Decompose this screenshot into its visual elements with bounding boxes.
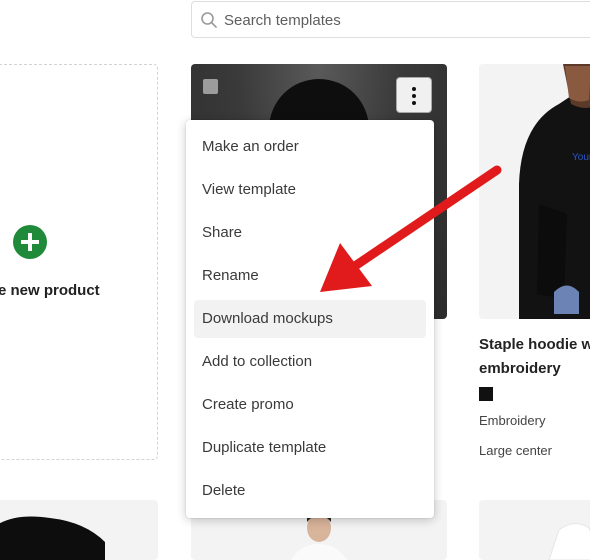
menu-item-create-promo[interactable]: Create promo xyxy=(194,383,426,426)
search-icon xyxy=(201,12,217,28)
color-swatch xyxy=(479,387,493,401)
menu-item-download-mockups[interactable]: Download mockups xyxy=(194,300,426,338)
kebab-dot xyxy=(412,94,416,98)
plus-icon[interactable] xyxy=(13,225,47,259)
template-thumbnail[interactable] xyxy=(479,500,590,560)
product-image: Your xyxy=(479,64,590,319)
kebab-dot xyxy=(412,101,416,105)
template-thumbnail[interactable] xyxy=(0,500,158,560)
search-bar[interactable] xyxy=(191,1,590,39)
create-product-label[interactable]: e new product xyxy=(0,282,100,299)
placement-label: Large center xyxy=(479,443,552,458)
product-image xyxy=(548,523,590,560)
technique-label: Embroidery xyxy=(479,413,546,428)
menu-item-share[interactable]: Share xyxy=(194,211,426,254)
menu-item-delete[interactable]: Delete xyxy=(194,469,426,512)
kebab-dot xyxy=(412,87,416,91)
menu-item-duplicate-template[interactable]: Duplicate template xyxy=(194,426,426,469)
select-checkbox[interactable] xyxy=(203,79,218,94)
search-input[interactable] xyxy=(222,2,586,39)
menu-item-view-template[interactable]: View template xyxy=(194,168,426,211)
print-text: Your xyxy=(572,152,590,163)
more-options-button[interactable] xyxy=(396,77,432,113)
product-title[interactable]: Staple hoodie w embroidery xyxy=(479,333,590,381)
menu-item-make-an-order[interactable]: Make an order xyxy=(194,125,426,168)
template-context-menu: Make an order View template Share Rename Dow… xyxy=(186,120,434,518)
product-image xyxy=(0,516,105,560)
menu-item-rename[interactable]: Rename xyxy=(194,254,426,297)
menu-item-add-to-collection[interactable]: Add to collection xyxy=(194,340,426,383)
create-product-card[interactable] xyxy=(0,64,158,460)
template-thumbnail[interactable]: Your xyxy=(479,64,590,319)
